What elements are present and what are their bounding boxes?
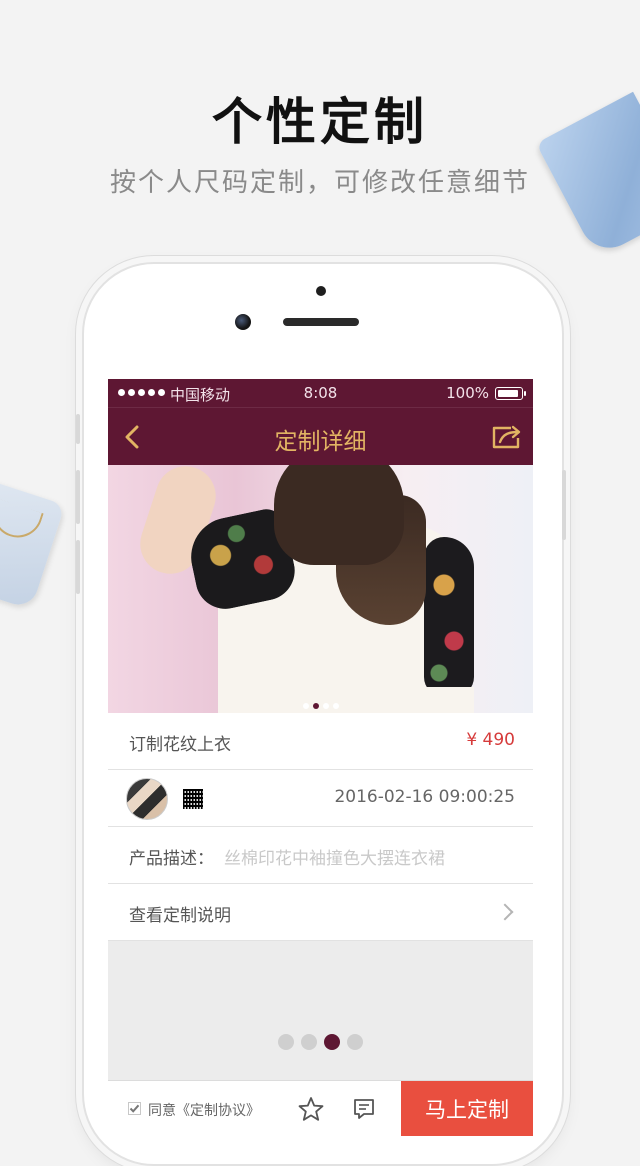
- phone-side-button: [76, 540, 80, 594]
- agreement-link[interactable]: 同意《定制协议》: [148, 1100, 260, 1120]
- battery-percent: 100%: [446, 384, 489, 402]
- pager-dot[interactable]: [301, 1034, 317, 1050]
- order-date: 2016-02-16 09:00:25: [334, 787, 515, 807]
- page-pager-dots[interactable]: [108, 1034, 533, 1050]
- image-pager-dots: [108, 703, 533, 709]
- qr-code-icon[interactable]: [183, 789, 203, 809]
- comment-icon[interactable]: [352, 1097, 376, 1121]
- phone-sensor: [316, 286, 326, 296]
- pager-dot[interactable]: [324, 1034, 340, 1050]
- pager-dot[interactable]: [347, 1034, 363, 1050]
- page-title: 定制详细: [274, 429, 367, 455]
- star-icon[interactable]: [298, 1096, 324, 1122]
- instructions-label: 查看定制说明: [129, 906, 231, 926]
- product-image[interactable]: [108, 465, 533, 713]
- product-name-row: 订制花纹上衣 ¥ 490: [108, 713, 533, 770]
- phone-side-button: [76, 470, 80, 524]
- battery-icon: [495, 387, 526, 400]
- description-row: 产品描述： 丝棉印花中袖撞色大摆连衣裙: [108, 827, 533, 884]
- description-label: 产品描述：: [129, 849, 214, 869]
- phone-side-button: [76, 414, 80, 444]
- pager-dot[interactable]: [302, 703, 309, 709]
- designer-row: 2016-02-16 09:00:25: [108, 770, 533, 827]
- share-icon[interactable]: [491, 424, 523, 450]
- pager-dot[interactable]: [278, 1034, 294, 1050]
- shirt-decoration-left: [0, 480, 66, 610]
- product-info-list: 订制花纹上衣 ¥ 490 2016-02-16 09:00:25 产品描述： 丝…: [108, 713, 533, 941]
- customize-now-button[interactable]: 马上定制: [401, 1081, 533, 1136]
- pager-dot[interactable]: [322, 703, 329, 709]
- nav-bar: 定制详细: [108, 407, 533, 466]
- agree-checkbox[interactable]: [128, 1102, 141, 1115]
- app-screen: 中国移动 8:08 100% 定制详细 订制花纹上衣 ¥ 490 2016-02…: [108, 379, 533, 1136]
- product-name: 订制花纹上衣: [129, 735, 231, 755]
- pager-dot[interactable]: [312, 703, 319, 709]
- bottom-action-bar: 同意《定制协议》 马上定制: [108, 1080, 533, 1136]
- instructions-link[interactable]: 查看定制说明: [108, 884, 533, 941]
- description-value: 丝棉印花中袖撞色大摆连衣裙: [224, 849, 445, 869]
- camera-icon: [235, 314, 251, 330]
- product-price: ¥ 490: [466, 730, 515, 750]
- promo-subtitle: 按个人尺码定制，可修改任意细节: [109, 168, 530, 198]
- pager-dot[interactable]: [332, 703, 339, 709]
- status-bar: 中国移动 8:08 100%: [108, 379, 533, 407]
- phone-speaker: [283, 318, 359, 326]
- chevron-right-icon: [496, 903, 514, 921]
- avatar[interactable]: [126, 778, 168, 820]
- phone-side-button: [562, 470, 566, 540]
